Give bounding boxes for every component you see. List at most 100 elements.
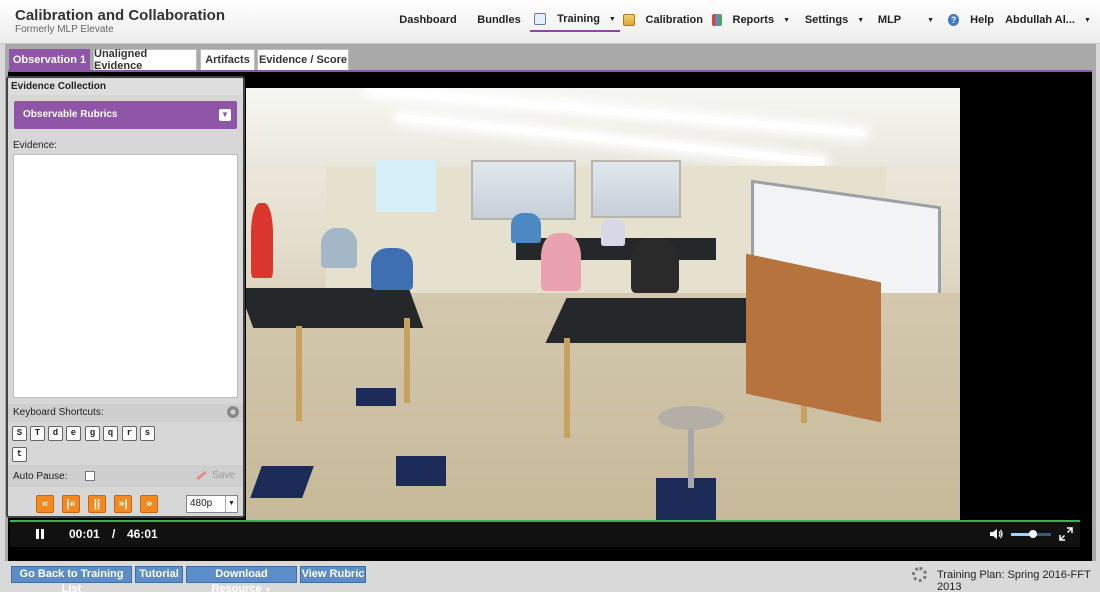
quality-select[interactable]: 480p ▼ bbox=[186, 495, 238, 513]
evidence-label: Evidence: bbox=[13, 140, 57, 151]
floor-tile bbox=[396, 456, 446, 486]
app-subtitle: Formerly MLP Elevate bbox=[15, 24, 114, 35]
player-controls: 00:01 / 46:01 bbox=[10, 522, 1080, 547]
nav-bundles[interactable]: Bundles bbox=[470, 8, 528, 32]
caret-down-icon: ▼ bbox=[783, 16, 790, 24]
autopause-label: Auto Pause: bbox=[13, 471, 68, 482]
current-time: 00:01 bbox=[69, 527, 100, 541]
help-icon: ? bbox=[948, 14, 960, 26]
nav-calibration-label: Calibration bbox=[645, 14, 703, 26]
nav-settings-label: Settings bbox=[804, 14, 849, 26]
save-label: Save bbox=[212, 470, 235, 481]
volume-icon[interactable] bbox=[990, 528, 1004, 540]
nav-mlp[interactable]: MLP ▼ bbox=[870, 8, 942, 32]
nav-mlp-label: MLP bbox=[877, 14, 902, 26]
tab-unaligned-evidence[interactable]: Unaligned Evidence bbox=[93, 48, 197, 72]
nav-dashboard[interactable]: Dashboard bbox=[393, 8, 463, 32]
shortcut-key[interactable]: S bbox=[12, 426, 27, 441]
caret-down-icon: ▼ bbox=[927, 16, 935, 24]
nav-reports-label: Reports bbox=[732, 14, 775, 26]
desk-leg bbox=[296, 326, 302, 421]
pencil-icon bbox=[196, 470, 207, 481]
stool-leg bbox=[688, 428, 694, 488]
student bbox=[541, 233, 581, 291]
shortcut-key[interactable]: r bbox=[122, 426, 137, 441]
observable-rubrics-label: Observable Rubrics bbox=[23, 109, 118, 120]
autopause-row: Auto Pause: Save bbox=[8, 465, 243, 487]
play-pause-button[interactable]: || bbox=[88, 495, 106, 513]
student bbox=[371, 248, 413, 290]
bar-chart-icon bbox=[712, 14, 722, 26]
quality-value: 480p bbox=[190, 498, 213, 509]
cabinet bbox=[746, 253, 881, 423]
footer: Go Back to Training List Tutorial Downlo… bbox=[0, 561, 1100, 592]
nav-training-label: Training bbox=[557, 13, 600, 25]
tab-observation[interactable]: Observation 1 bbox=[9, 49, 90, 70]
shortcut-key[interactable]: t bbox=[12, 447, 27, 462]
caret-down-icon: ▼ bbox=[608, 15, 616, 23]
app-title: Calibration and Collaboration bbox=[15, 7, 226, 24]
volume-knob[interactable] bbox=[1029, 530, 1037, 538]
user-menu[interactable]: Abdullah Al... ▼ bbox=[1005, 8, 1091, 32]
shortcut-key[interactable]: q bbox=[103, 426, 118, 441]
nav-dashboard-label: Dashboard bbox=[399, 14, 457, 26]
autopause-checkbox[interactable] bbox=[85, 471, 95, 481]
volume-slider[interactable] bbox=[1011, 530, 1051, 538]
duration: 46:01 bbox=[127, 527, 158, 541]
student bbox=[601, 218, 625, 246]
skip-back-button[interactable]: |« bbox=[62, 495, 80, 513]
caret-down-icon: ▼ bbox=[264, 587, 272, 592]
floor-tile bbox=[656, 478, 716, 520]
video-frame[interactable] bbox=[246, 88, 960, 520]
clipboard-icon bbox=[623, 14, 635, 26]
tutorial-button[interactable]: Tutorial bbox=[135, 566, 183, 583]
shortcuts-label: Keyboard Shortcuts: bbox=[13, 407, 104, 418]
desk-leg bbox=[404, 318, 410, 403]
download-resource-label: Download Resource bbox=[211, 568, 268, 592]
nav-reports[interactable]: Reports ▼ bbox=[712, 8, 790, 32]
fullscreen-icon[interactable] bbox=[1059, 527, 1073, 541]
nav-settings[interactable]: Settings ▼ bbox=[795, 8, 864, 32]
skip-forward-button[interactable]: »| bbox=[114, 495, 132, 513]
evidence-collection-panel: Evidence Collection Observable Rubrics ▼… bbox=[6, 76, 245, 518]
nav-training[interactable]: Training ▼ bbox=[530, 8, 620, 32]
gear-icon[interactable] bbox=[227, 406, 239, 418]
app-header: Calibration and Collaboration Formerly M… bbox=[0, 0, 1100, 44]
loading-spinner-icon bbox=[912, 567, 927, 582]
shortcut-key[interactable]: T bbox=[30, 426, 45, 441]
back-to-training-list-button[interactable]: Go Back to Training List bbox=[11, 566, 132, 592]
nav-bundles-label: Bundles bbox=[477, 14, 521, 26]
tab-evidence-score[interactable]: Evidence / Score bbox=[257, 49, 349, 70]
chevron-down-icon: ▼ bbox=[219, 109, 231, 121]
floor-tile bbox=[356, 388, 396, 406]
nav-calibration[interactable]: Calibration bbox=[623, 8, 703, 32]
panel-title: Evidence Collection bbox=[9, 79, 242, 95]
tab-artifacts[interactable]: Artifacts bbox=[200, 49, 255, 70]
shortcut-key[interactable]: e bbox=[66, 426, 81, 441]
shortcut-key[interactable]: s bbox=[140, 426, 155, 441]
shortcuts-header: Keyboard Shortcuts: bbox=[8, 404, 243, 422]
student bbox=[321, 228, 357, 268]
nav-help-label: Help bbox=[970, 14, 994, 26]
fast-forward-button[interactable]: » bbox=[140, 495, 158, 513]
student bbox=[631, 238, 679, 293]
time-separator: / bbox=[112, 527, 116, 541]
monitor-icon bbox=[534, 13, 547, 25]
training-plan-text: Training Plan: Spring 2016-FFT 2013 bbox=[937, 569, 1091, 592]
shortcut-key[interactable]: g bbox=[85, 426, 100, 441]
pause-button[interactable] bbox=[34, 528, 46, 540]
shortcut-key[interactable]: d bbox=[48, 426, 63, 441]
nav-help[interactable]: ? Help bbox=[948, 8, 994, 32]
rewind-button[interactable]: « bbox=[36, 495, 54, 513]
user-name: Abdullah Al... bbox=[1005, 14, 1075, 26]
download-resource-button[interactable]: Download Resource ▼ bbox=[186, 566, 297, 592]
evidence-textarea[interactable] bbox=[13, 154, 238, 398]
view-rubric-button[interactable]: View Rubric bbox=[300, 566, 366, 583]
desk-leg bbox=[564, 338, 570, 438]
caret-down-icon: ▼ bbox=[1083, 16, 1091, 24]
save-button[interactable]: Save bbox=[196, 470, 235, 481]
observable-rubrics-button[interactable]: Observable Rubrics ▼ bbox=[14, 101, 237, 129]
stool bbox=[658, 406, 724, 430]
window bbox=[591, 160, 681, 218]
projection-screen bbox=[376, 160, 436, 212]
